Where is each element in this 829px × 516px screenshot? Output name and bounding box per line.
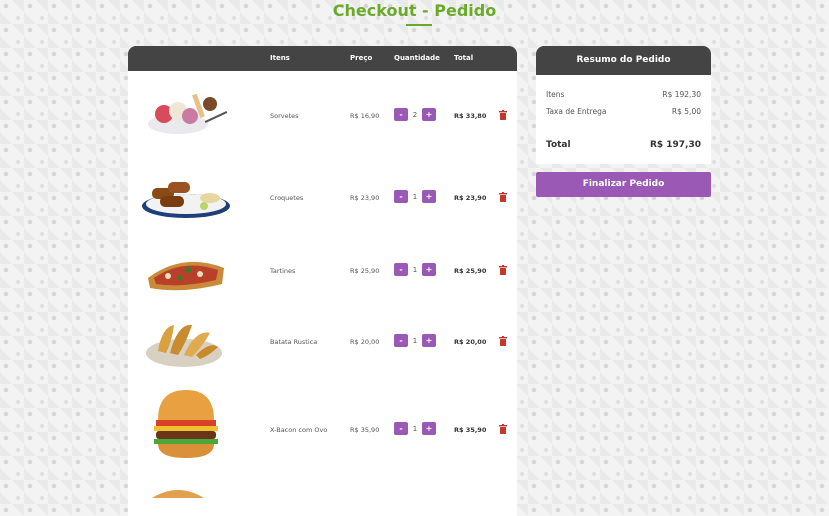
title-underline — [406, 24, 432, 26]
decrease-button[interactable]: - — [394, 334, 408, 347]
item-total: R$ 25,90 — [454, 267, 487, 275]
summary-title: Resumo do Pedido — [536, 46, 711, 75]
cart-row-x-bacon: X-Bacon com Ovo R$ 35,90 - 1 + R$ 35,90 — [128, 386, 517, 466]
item-price: R$ 23,90 — [350, 194, 380, 202]
quantity-value: 1 — [412, 424, 418, 433]
item-name: Sorvetes — [270, 112, 299, 120]
quantity-stepper: - 1 + — [394, 334, 436, 347]
potato-wedges-image — [146, 324, 222, 367]
item-total: R$ 23,90 — [454, 194, 487, 202]
item-price: R$ 16,90 — [350, 112, 380, 120]
summary-delivery-value: R$ 5,00 — [671, 107, 701, 116]
summary-items-value: R$ 192,30 — [662, 90, 701, 99]
trash-icon[interactable] — [499, 336, 507, 346]
quantity-value: 1 — [412, 336, 418, 345]
summary-delivery-label: Taxa de Entrega — [546, 107, 607, 116]
header-quantity: Quantidade — [394, 54, 440, 62]
summary-items-label: Itens — [546, 90, 565, 99]
increase-button[interactable]: + — [422, 108, 436, 121]
header-total: Total — [454, 54, 474, 62]
decrease-button[interactable]: - — [394, 108, 408, 121]
trash-icon[interactable] — [499, 424, 507, 434]
item-total: R$ 20,00 — [454, 338, 487, 346]
trash-icon[interactable] — [499, 192, 507, 202]
item-total: R$ 35,90 — [454, 426, 487, 434]
cart-table: Itens Preço Quantidade Total Sorvetes R$… — [128, 46, 517, 516]
trash-icon[interactable] — [499, 110, 507, 120]
quantity-value: 2 — [412, 110, 418, 119]
cart-row-sorvetes: Sorvetes R$ 16,90 - 2 + R$ 33,80 — [128, 86, 517, 146]
quantity-stepper: - 1 + — [394, 263, 436, 276]
decrease-button[interactable]: - — [394, 263, 408, 276]
quantity-stepper: - 2 + — [394, 108, 436, 121]
summary-delivery-line: Taxa de Entrega R$ 5,00 — [546, 107, 701, 116]
increase-button[interactable]: + — [422, 263, 436, 276]
increase-button[interactable]: + — [422, 190, 436, 203]
quantity-value: 1 — [412, 265, 418, 274]
cart-header: Itens Preço Quantidade Total — [128, 46, 517, 71]
trash-icon[interactable] — [499, 265, 507, 275]
item-price: R$ 35,90 — [350, 426, 380, 434]
increase-button[interactable]: + — [422, 334, 436, 347]
quantity-stepper: - 1 + — [394, 422, 436, 435]
cart-row-croquetes: Croquetes R$ 23,90 - 1 + R$ 23,90 — [128, 168, 517, 228]
croquettes-image — [142, 182, 230, 218]
item-price: R$ 25,90 — [350, 267, 380, 275]
order-summary: Resumo do Pedido Itens R$ 192,30 Taxa de… — [536, 46, 711, 164]
item-price: R$ 20,00 — [350, 338, 380, 346]
cart-row-batata-rustica: Batata Rustica R$ 20,00 - 1 + R$ 20,00 — [128, 311, 517, 371]
header-price: Preço — [350, 54, 373, 62]
decrease-button[interactable]: - — [394, 190, 408, 203]
summary-total-value: R$ 197,30 — [649, 140, 701, 150]
quantity-value: 1 — [412, 192, 418, 201]
cart-row-tartines: Tartines R$ 25,90 - 1 + R$ 25,90 — [128, 242, 517, 302]
burger-image — [154, 390, 218, 458]
item-name: Tartines — [270, 267, 296, 275]
item-total: R$ 33,80 — [454, 112, 487, 120]
item-name: Croquetes — [270, 194, 304, 202]
item-name: Batata Rustica — [270, 338, 318, 346]
summary-total-line: Total R$ 197,30 — [546, 140, 701, 150]
summary-total-label: Total — [546, 140, 571, 150]
ice-cream-image — [148, 93, 228, 134]
next-item-image — [152, 490, 204, 498]
header-items: Itens — [270, 54, 290, 62]
tartines-image — [148, 261, 224, 291]
finish-order-button[interactable]: Finalizar Pedido — [536, 172, 711, 197]
item-name: X-Bacon com Ovo — [270, 426, 328, 434]
decrease-button[interactable]: - — [394, 422, 408, 435]
page-title: Checkout - Pedido — [332, 1, 497, 20]
summary-items-line: Itens R$ 192,30 — [546, 90, 701, 99]
quantity-stepper: - 1 + — [394, 190, 436, 203]
increase-button[interactable]: + — [422, 422, 436, 435]
